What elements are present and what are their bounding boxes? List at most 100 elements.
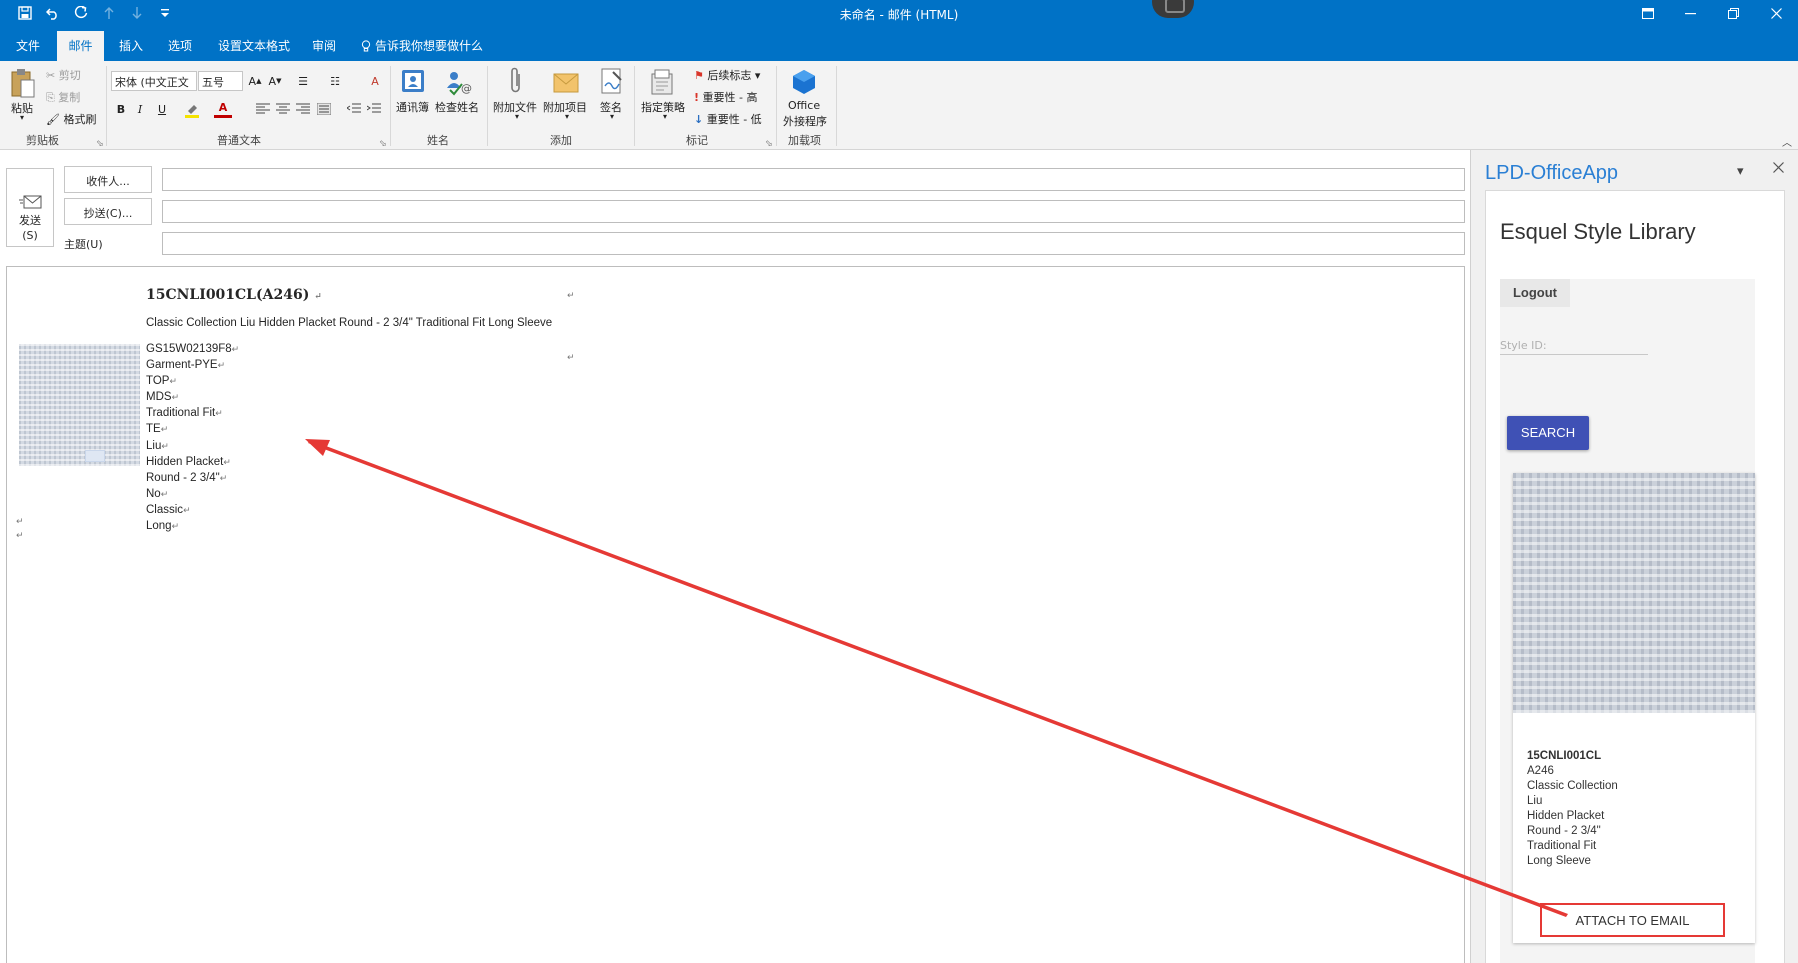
cc-button[interactable]: 抄送(C)... xyxy=(64,198,152,225)
paste-dropdown-icon[interactable]: ▾ xyxy=(20,113,24,122)
office-addins-label-1[interactable]: Office xyxy=(788,99,820,112)
tab-file[interactable]: 文件 xyxy=(16,27,40,61)
increase-indent-icon[interactable] xyxy=(366,101,382,117)
check-names-label[interactable]: 检查姓名 xyxy=(435,99,479,115)
check-names-icon[interactable]: @ xyxy=(443,67,473,97)
spec-item: TE↵ xyxy=(146,423,169,436)
image-layout-icon[interactable] xyxy=(85,450,105,462)
align-left-icon[interactable] xyxy=(255,101,271,117)
cut-button[interactable]: ✂ 剪切 xyxy=(46,67,81,83)
low-importance-button[interactable]: ↓ 重要性 - 低 xyxy=(694,111,762,127)
restore-icon[interactable] xyxy=(1712,0,1755,27)
bullets-icon[interactable]: ☰ xyxy=(294,72,312,90)
to-button[interactable]: 收件人... xyxy=(64,166,152,193)
paragraph-mark: ↵ xyxy=(314,292,322,302)
decrease-indent-icon[interactable] xyxy=(346,101,362,117)
attach-item-icon[interactable] xyxy=(551,67,581,97)
attach-to-email-button[interactable]: ATTACH TO EMAIL xyxy=(1540,903,1725,937)
ribbon-tabs: 文件 邮件 插入 选项 设置文本格式 审阅 告诉我你想要做什么 xyxy=(0,27,1798,61)
ribbon-display-options-icon[interactable] xyxy=(1626,0,1669,27)
paste-icon[interactable] xyxy=(8,67,38,101)
office-addins-label-2[interactable]: 外接程序 xyxy=(783,113,827,129)
paragraph-mark: ↵ xyxy=(16,517,24,527)
tab-tell-me[interactable]: 告诉我你想要做什么 xyxy=(361,27,483,61)
cut-label: 剪切 xyxy=(58,69,81,82)
to-field[interactable] xyxy=(162,168,1465,191)
signature-dropdown-icon[interactable]: ▾ xyxy=(610,112,614,121)
tags-launcher-icon[interactable]: ⬂ xyxy=(765,139,773,149)
paragraph-mark: ↵ xyxy=(16,531,24,541)
grow-font-icon[interactable]: A ▲ xyxy=(246,72,264,90)
low-importance-label: 重要性 - 低 xyxy=(706,113,762,126)
assign-policy-icon[interactable] xyxy=(648,67,676,97)
cc-field[interactable] xyxy=(162,200,1465,223)
follow-up-label: 后续标志 xyxy=(707,69,752,82)
copy-button[interactable]: ⎘ 复制 xyxy=(46,89,80,105)
attach-item-dropdown-icon[interactable]: ▾ xyxy=(565,112,569,121)
library-panel: Logout Style ID: SEARCH 15CNLI001CL A246… xyxy=(1500,279,1755,963)
pane-scrollbar[interactable]: ︿ ﹀ xyxy=(1782,279,1784,963)
clear-formatting-icon[interactable]: A xyxy=(366,72,384,90)
collapse-ribbon-icon[interactable]: ︿ xyxy=(1782,134,1792,149)
high-importance-label: 重要性 - 高 xyxy=(702,91,758,104)
address-book-label[interactable]: 通讯簿 xyxy=(396,99,429,115)
spec-item: Classic↵ xyxy=(146,503,191,516)
logout-tab[interactable]: Logout xyxy=(1500,279,1570,307)
close-window-icon[interactable] xyxy=(1755,0,1798,27)
close-pane-icon[interactable] xyxy=(1773,162,1784,177)
paperclip-icon[interactable] xyxy=(505,65,527,97)
align-center-icon[interactable] xyxy=(275,101,291,117)
assign-policy-dropdown-icon[interactable]: ▾ xyxy=(663,112,667,121)
shrink-font-icon[interactable]: A ▼ xyxy=(266,72,284,90)
style-id-input[interactable]: Style ID: xyxy=(1500,337,1648,355)
follow-up-button[interactable]: ⚑ 后续标志 ▾ xyxy=(694,67,760,83)
paragraph-mark: ↵ xyxy=(567,353,575,363)
names-group-label: 姓名 xyxy=(427,134,449,147)
font-name-select[interactable]: 宋体 (中文正文 xyxy=(111,71,197,91)
spec-item: Garment-PYE↵ xyxy=(146,359,226,372)
signature-icon[interactable] xyxy=(598,65,626,97)
message-body[interactable]: 15CNLI001CL(A246) ↵ ↵ Classic Collection… xyxy=(6,266,1465,963)
address-book-icon[interactable] xyxy=(398,67,428,97)
ribbon: 粘贴 ▾ ✂ 剪切 ⎘ 复制 🖌 格式刷 剪贴板 ⬂ 宋体 (中文正文 五号 A… xyxy=(0,61,1798,150)
search-button[interactable]: SEARCH xyxy=(1507,416,1589,450)
tab-insert[interactable]: 插入 xyxy=(119,27,143,61)
spec-list: GS15W02139F8↵ Garment-PYE↵ TOP↵ MDS↵ Tra… xyxy=(146,341,239,534)
office-addins-icon[interactable] xyxy=(789,67,819,97)
bold-button[interactable]: B xyxy=(112,100,130,118)
pane-title: LPD-OfficeApp xyxy=(1485,162,1619,184)
minimize-icon[interactable] xyxy=(1669,0,1712,27)
tab-review[interactable]: 审阅 xyxy=(312,27,336,61)
align-right-icon[interactable] xyxy=(295,101,311,117)
spec-item: TOP↵ xyxy=(146,375,177,388)
justify-icon[interactable] xyxy=(316,101,332,117)
numbering-icon[interactable]: ☷ xyxy=(326,72,344,90)
italic-button[interactable]: I xyxy=(131,100,149,118)
spec-item: Round - 2 3/4"↵ xyxy=(146,471,228,484)
high-importance-button[interactable]: ! 重要性 - 高 xyxy=(694,89,758,105)
spec-item: Hidden Placket↵ xyxy=(146,455,231,468)
clipboard-launcher-icon[interactable]: ⬂ xyxy=(96,139,104,149)
exclamation-icon: ! xyxy=(694,91,700,104)
basic-text-launcher-icon[interactable]: ⬂ xyxy=(379,139,387,149)
send-shortcut: (S) xyxy=(22,229,38,242)
group-divider xyxy=(776,66,777,146)
underline-button[interactable]: U xyxy=(153,100,171,118)
tab-message[interactable]: 邮件 xyxy=(57,31,104,61)
subject-field[interactable] xyxy=(162,232,1465,255)
attach-file-dropdown-icon[interactable]: ▾ xyxy=(515,112,519,121)
tab-format-text[interactable]: 设置文本格式 xyxy=(218,27,290,61)
font-size-select[interactable]: 五号 xyxy=(198,71,243,91)
body-title: 15CNLI001CL(A246) ↵ xyxy=(146,287,322,303)
tab-options[interactable]: 选项 xyxy=(168,27,192,61)
format-painter-button[interactable]: 🖌 格式刷 xyxy=(46,111,96,127)
font-color-button[interactable]: A xyxy=(214,100,232,118)
result-line: Long Sleeve xyxy=(1527,855,1591,867)
format-painter-label: 格式刷 xyxy=(63,113,97,126)
fabric-swatch-image xyxy=(19,344,140,466)
pane-options-icon[interactable]: ▾ xyxy=(1737,164,1744,179)
send-button[interactable]: 发送 (S) xyxy=(6,168,54,247)
addin-card: Esquel Style Library Logout Style ID: SE… xyxy=(1485,190,1785,963)
highlight-icon[interactable] xyxy=(183,101,201,119)
result-card: 15CNLI001CL A246 Classic Collection Liu … xyxy=(1513,473,1755,943)
